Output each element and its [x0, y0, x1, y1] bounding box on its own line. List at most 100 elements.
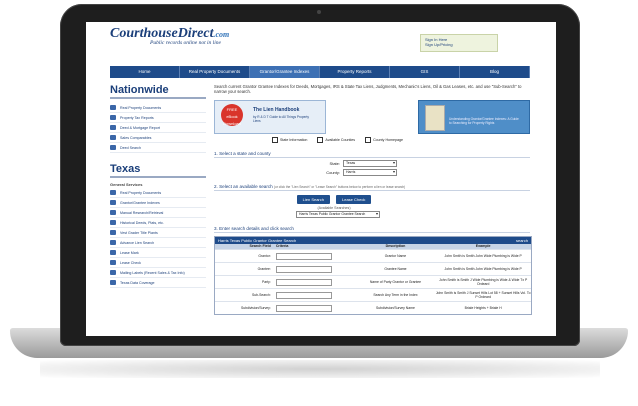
- row-field: Subdivision/Survey:: [241, 306, 271, 310]
- laptop-shadow: [40, 360, 600, 378]
- subdivision-input[interactable]: [275, 304, 332, 312]
- nav-gis[interactable]: GIS: [390, 66, 460, 78]
- book-icon: [425, 105, 445, 131]
- sidebar: Nationwide Real Property Documents Prope…: [110, 84, 206, 288]
- row-field: Party:: [261, 280, 271, 284]
- nav-grantor-grantee-indexes[interactable]: Grantor/Grantee Indexes: [250, 66, 320, 78]
- homepage-icon: [365, 137, 372, 143]
- sub-search-input[interactable]: [275, 291, 332, 299]
- header-example: Example: [475, 244, 491, 248]
- tax-icon: [110, 115, 116, 120]
- table-header: Search Field Criteria Description Exampl…: [215, 244, 531, 249]
- banner-title: The Lien Handbook: [253, 107, 300, 113]
- nav-home[interactable]: Home: [110, 66, 180, 78]
- table-row: Party: Name of Party Grantor or Grantee …: [215, 275, 531, 288]
- sidebar-item-tx-manual-research[interactable]: Manual Research/Retrieval: [110, 208, 206, 218]
- table-row: Subdivision/Survey: Subdivision/Survey N…: [215, 301, 531, 314]
- search-icon: [110, 145, 116, 150]
- nationwide-title: Nationwide: [110, 84, 206, 99]
- sidebar-item-tx-lien-search[interactable]: Advance Lien Search: [110, 238, 206, 248]
- sidebar-item-sales-comparables[interactable]: Sales Comparables: [110, 133, 206, 143]
- table-title: Harris Texas Public Grantor Grantee Sear…: [218, 238, 297, 243]
- sidebar-item-tx-data-coverage[interactable]: Texas Data Coverage: [110, 278, 206, 288]
- grantor-guide-banner[interactable]: Understanding Grantor/Grantee Indexes: A…: [418, 100, 530, 134]
- row-example: John Smith is Smith John Wide Plumbing i…: [444, 267, 522, 271]
- step-3-heading: 3. Enter search details and click search: [214, 226, 530, 233]
- site-header: CourthouseDirect.com Public records onli…: [110, 26, 229, 46]
- plant-icon: [110, 230, 116, 235]
- nav-property-reports[interactable]: Property Reports: [320, 66, 390, 78]
- texas-title: Texas: [110, 163, 206, 178]
- legend-county-homepage: County Homepage: [365, 137, 403, 143]
- state-select[interactable]: Texas: [343, 160, 397, 167]
- report-icon: [110, 125, 116, 130]
- row-field: Sub-Search:: [251, 293, 271, 297]
- sign-up-link[interactable]: Sign Up/Pricing: [425, 42, 493, 47]
- mail-icon: [110, 270, 116, 275]
- screen: CourthouseDirect.com Public records onli…: [86, 22, 556, 336]
- sidebar-item-tx-historical-deeds[interactable]: Historical Deeds, Plats, etc.: [110, 218, 206, 228]
- sidebar-item-property-tax[interactable]: Property Tax Reports: [110, 113, 206, 123]
- row-example: John Smith is Smith John Wide Plumbing i…: [444, 254, 522, 258]
- sidebar-item-tx-mailing-labels[interactable]: Mailing Labels (Recent Sales & Tax Info): [110, 268, 206, 278]
- nav-blog[interactable]: Blog: [460, 66, 530, 78]
- free-ebook-badge: FREE eBook Download: [221, 104, 243, 126]
- county-label: County:: [326, 170, 340, 175]
- step-2-heading: 2. Select an available search (or click …: [214, 184, 530, 191]
- main-content: Search current Grantor Grantee Indexes f…: [214, 84, 532, 315]
- lien-icon: [110, 240, 116, 245]
- sidebar-item-tx-grantor-grantee[interactable]: Grantor/Grantee Indexes: [110, 198, 206, 208]
- row-field: Grantee:: [257, 267, 271, 271]
- row-field: Grantor:: [258, 254, 271, 258]
- banner-subtitle: Understanding Grantor/Grantee Indexes: A…: [449, 117, 519, 125]
- available-searches-label: (Available Searches): [317, 206, 351, 210]
- state-label: State:: [329, 161, 340, 166]
- grantee-input[interactable]: [275, 265, 332, 273]
- county-row: County: Harris: [314, 169, 530, 176]
- row-description: Grantor Name: [384, 254, 407, 258]
- house-icon: [110, 135, 116, 140]
- table-row: Grantee: Grantee Name John Smith is Smit…: [215, 262, 531, 275]
- party-input[interactable]: [275, 278, 332, 286]
- legend-state-info: State Information: [272, 137, 307, 143]
- step-1-heading: 1. Select a state and county: [214, 151, 530, 158]
- webcam-icon: [317, 10, 321, 14]
- check-icon: [110, 260, 116, 265]
- site-tagline: Public records online not in line: [150, 40, 221, 46]
- sidebar-item-tx-title-plants[interactable]: Vest Grader Title Plants: [110, 228, 206, 238]
- document-icon: [110, 105, 116, 110]
- lien-search-button[interactable]: Lien Search: [296, 195, 330, 204]
- banner-subtitle: by R & D T Guide to All Things Property …: [253, 115, 309, 123]
- row-example: Briale Heights + Briale H: [464, 306, 502, 310]
- counties-icon: [317, 137, 324, 143]
- sidebar-item-deed-search[interactable]: Deed Search: [110, 143, 206, 153]
- document-icon: [110, 190, 116, 195]
- main-nav: Home Real Property Documents Grantor/Gra…: [110, 66, 530, 78]
- intro-text: Search current Grantor Grantee Indexes f…: [214, 84, 522, 94]
- sidebar-item-tx-lease-check[interactable]: Lease Check: [110, 258, 206, 268]
- legend: State Information Available Counties Cou…: [272, 137, 530, 143]
- scroll-icon: [110, 220, 116, 225]
- sidebar-item-real-property[interactable]: Real Property Documents: [110, 103, 206, 113]
- row-description: Subdivision/Survey Name: [376, 306, 415, 310]
- county-select[interactable]: Harris: [343, 169, 397, 176]
- lien-handbook-banner[interactable]: FREE eBook Download The Lien Handbook by…: [214, 100, 326, 134]
- promo-banners: FREE eBook Download The Lien Handbook by…: [214, 100, 530, 134]
- lease-icon: [110, 250, 116, 255]
- map-icon: [110, 280, 116, 285]
- texas-subtitle: General Services: [110, 182, 143, 187]
- table-search-link[interactable]: search: [516, 237, 528, 244]
- grantor-input[interactable]: [275, 252, 332, 260]
- row-example: John Smith is Smith J Wide Plumbing is W…: [439, 278, 528, 286]
- sidebar-item-tx-lease-mark[interactable]: Lease Mark: [110, 248, 206, 258]
- state-row: State: Texas: [314, 160, 530, 167]
- row-description: Search Any Term in the Index: [373, 293, 418, 297]
- sidebar-item-deed-mortgage[interactable]: Deed & Mortgage Report: [110, 123, 206, 133]
- nav-real-property-documents[interactable]: Real Property Documents: [180, 66, 250, 78]
- lease-check-button[interactable]: Lease Check: [336, 195, 372, 204]
- sidebar-item-tx-real-property[interactable]: Real Property Documents: [110, 188, 206, 198]
- available-searches-select[interactable]: Harris Texas Public Grantor Grantee Sear…: [296, 211, 380, 218]
- legend-available-counties: Available Counties: [317, 137, 355, 143]
- row-description: Grantee Name: [384, 267, 407, 271]
- table-row: Grantor: Grantor Name John Smith is Smit…: [215, 249, 531, 262]
